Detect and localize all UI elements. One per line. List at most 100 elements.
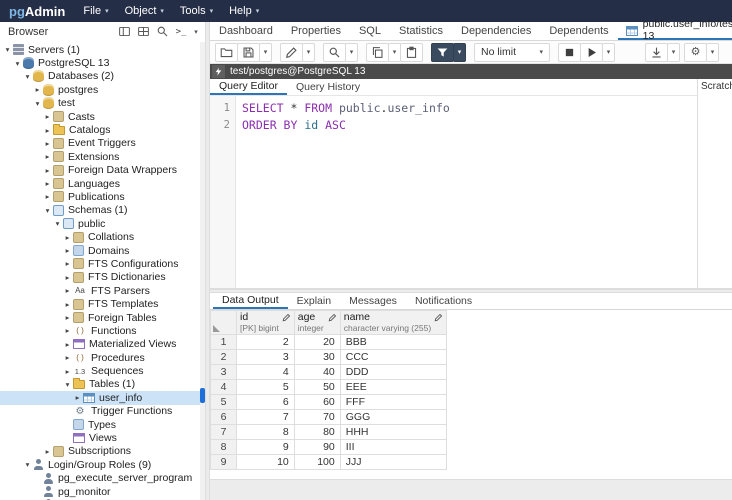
cell[interactable]: 20 (294, 335, 340, 350)
cell[interactable]: GGG (340, 410, 446, 425)
filter-options-caret[interactable]: ▾ (453, 43, 466, 62)
edit-button[interactable] (280, 43, 303, 62)
tree-item-pg-execute-server-program[interactable]: pg_execute_server_program (0, 472, 205, 485)
find-options-caret[interactable]: ▾ (345, 43, 358, 62)
menu-file[interactable]: File▾ (83, 5, 108, 17)
cell[interactable]: 100 (294, 455, 340, 470)
cell[interactable]: 10 (237, 455, 295, 470)
tab-query-editor[interactable]: Query Editor (210, 79, 287, 95)
download-button[interactable] (645, 43, 668, 62)
expand-arrow-icon[interactable]: ▸ (42, 179, 53, 188)
row-number[interactable]: 1 (211, 335, 237, 350)
row-number[interactable]: 7 (211, 425, 237, 440)
tree-item-pg-monitor[interactable]: pg_monitor (0, 485, 205, 498)
execute-options-caret[interactable]: ▾ (602, 43, 615, 62)
expand-arrow-icon[interactable]: ▸ (62, 367, 73, 376)
tab-explain[interactable]: Explain (288, 293, 340, 309)
cell[interactable]: JJJ (340, 455, 446, 470)
copy-button[interactable] (366, 43, 389, 62)
cell[interactable]: 5 (237, 380, 295, 395)
cell[interactable]: BBB (340, 335, 446, 350)
tree-scrollbar-thumb[interactable] (200, 388, 205, 403)
collapse-arrow-icon[interactable]: ▾ (22, 460, 33, 469)
collapse-arrow-icon[interactable]: ▾ (12, 59, 23, 68)
collapse-arrow-icon[interactable]: ▾ (2, 45, 13, 54)
cell[interactable]: FFF (340, 395, 446, 410)
cell[interactable]: HHH (340, 425, 446, 440)
expand-arrow-icon[interactable]: ▸ (72, 393, 83, 402)
expand-arrow-icon[interactable]: ▸ (62, 233, 73, 242)
tree-item-publications[interactable]: ▸Publications (0, 190, 205, 203)
row-number[interactable]: 8 (211, 440, 237, 455)
open-file-button[interactable] (215, 43, 238, 62)
tab-notifications[interactable]: Notifications (406, 293, 481, 309)
cell[interactable]: 8 (237, 425, 295, 440)
tree-item-trigger-functions[interactable]: Trigger Functions (0, 405, 205, 418)
cell[interactable]: 2 (237, 335, 295, 350)
expand-arrow-icon[interactable]: ▸ (62, 259, 73, 268)
tree-item-postgresql-13[interactable]: ▾PostgreSQL 13 (0, 56, 205, 69)
cancel-query-button[interactable] (558, 43, 581, 62)
macros-options-caret[interactable]: ▾ (706, 43, 719, 62)
download-options-caret[interactable]: ▾ (667, 43, 680, 62)
execute-button[interactable] (580, 43, 603, 62)
menu-help[interactable]: Help▾ (229, 5, 259, 17)
tab-query-tool[interactable]: public.user_info/test/postgres@PostgreSQ… (618, 22, 732, 40)
tab-statistics[interactable]: Statistics (390, 22, 452, 40)
row-number[interactable]: 2 (211, 350, 237, 365)
save-options-caret[interactable]: ▾ (259, 43, 272, 62)
tree-item-procedures[interactable]: ▸Procedures (0, 351, 205, 364)
column-header-age[interactable]: ageinteger (294, 311, 340, 335)
tree-item-catalogs[interactable]: ▸Catalogs (0, 123, 205, 136)
expand-arrow-icon[interactable]: ▸ (42, 447, 53, 456)
collapse-arrow-icon[interactable]: ▾ (22, 72, 33, 81)
row-number[interactable]: 3 (211, 365, 237, 380)
expand-arrow-icon[interactable]: ▸ (62, 286, 73, 295)
cell[interactable]: CCC (340, 350, 446, 365)
cell[interactable]: 70 (294, 410, 340, 425)
output-scrollbar-area[interactable] (210, 479, 732, 500)
expand-arrow-icon[interactable]: ▸ (62, 340, 73, 349)
row-number[interactable]: 5 (211, 395, 237, 410)
paste-button[interactable] (400, 43, 423, 62)
sql-editor[interactable]: 12 SELECT * FROM public.user_infoORDER B… (210, 96, 697, 288)
edit-column-icon[interactable] (328, 313, 337, 325)
row-number[interactable]: 4 (211, 380, 237, 395)
tree-item-foreign-data-wrappers[interactable]: ▸Foreign Data Wrappers (0, 164, 205, 177)
tab-dashboard[interactable]: Dashboard (210, 22, 282, 40)
menu-tools[interactable]: Tools▾ (180, 5, 213, 17)
tab-messages[interactable]: Messages (340, 293, 406, 309)
code-lines[interactable]: SELECT * FROM public.user_infoORDER BY i… (236, 96, 697, 288)
expand-arrow-icon[interactable]: ▸ (42, 126, 53, 135)
tree-item-materialized-views[interactable]: ▸Materialized Views (0, 338, 205, 351)
tree-item-servers-1[interactable]: ▾Servers (1) (0, 43, 205, 56)
expand-arrow-icon[interactable]: ▸ (62, 326, 73, 335)
collapse-arrow-icon[interactable]: ▾ (42, 206, 53, 215)
cell[interactable]: 6 (237, 395, 295, 410)
tree-item-extensions[interactable]: ▸Extensions (0, 150, 205, 163)
cell[interactable]: 7 (237, 410, 295, 425)
tab-query-history[interactable]: Query History (287, 79, 369, 95)
tree-item-sequences[interactable]: ▸Sequences (0, 364, 205, 377)
tree-scrollbar[interactable] (200, 42, 205, 500)
psql-tool-icon[interactable]: >_ (172, 24, 190, 40)
expand-arrow-icon[interactable]: ▸ (62, 273, 73, 282)
tree-item-casts[interactable]: ▸Casts (0, 110, 205, 123)
cell[interactable]: EEE (340, 380, 446, 395)
tree-view-icon[interactable] (115, 24, 133, 40)
expand-arrow-icon[interactable]: ▸ (32, 85, 43, 94)
row-number[interactable]: 9 (211, 455, 237, 470)
tree-item-subscriptions[interactable]: ▸Subscriptions (0, 445, 205, 458)
search-objects-icon[interactable] (153, 24, 171, 40)
column-header-id[interactable]: id[PK] bigint (237, 311, 295, 335)
expand-arrow-icon[interactable]: ▸ (42, 139, 53, 148)
tree-item-test[interactable]: ▾test (0, 97, 205, 110)
tree-item-domains[interactable]: ▸Domains (0, 244, 205, 257)
column-header-name[interactable]: namecharacter varying (255) (340, 311, 446, 335)
edit-options-caret[interactable]: ▾ (302, 43, 315, 62)
tree-item-fts-dictionaries[interactable]: ▸FTS Dictionaries (0, 271, 205, 284)
tree-item-foreign-tables[interactable]: ▸Foreign Tables (0, 311, 205, 324)
select-all-corner[interactable] (211, 311, 237, 335)
tab-properties[interactable]: Properties (282, 22, 350, 40)
cell[interactable]: 9 (237, 440, 295, 455)
